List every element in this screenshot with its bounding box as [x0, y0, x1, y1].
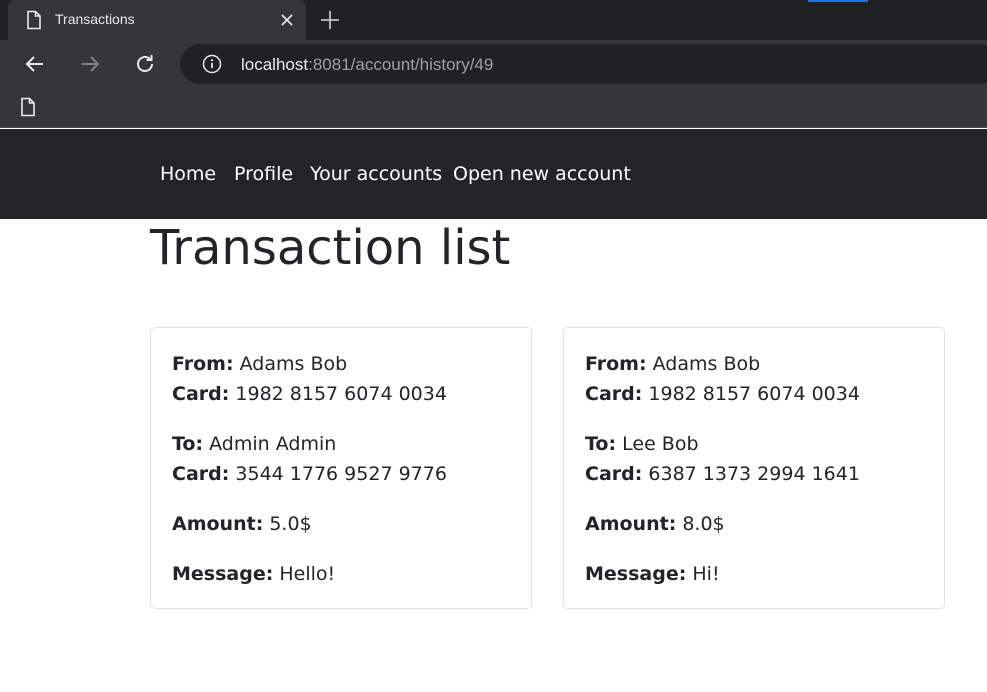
- amount-line: Amount: 8.0$: [585, 513, 725, 535]
- from-label: From:: [172, 353, 234, 375]
- card-label: Card:: [172, 463, 230, 485]
- url-path: :8081/account/history/49: [308, 55, 494, 74]
- forward-icon[interactable]: [78, 52, 102, 76]
- from-line: From: Adams Bob: [172, 353, 347, 375]
- bookmarks-bar: [0, 88, 987, 128]
- to-label: To:: [172, 433, 204, 455]
- card-label: Card:: [585, 383, 643, 405]
- nav-your-accounts-link[interactable]: Your accounts: [310, 163, 442, 185]
- message-label: Message:: [172, 563, 274, 585]
- from-card-line: Card: 1982 8157 6074 0034: [172, 383, 447, 405]
- from-card-number: 1982 8157 6074 0034: [648, 383, 860, 405]
- from-card-line: Card: 1982 8157 6074 0034: [585, 383, 860, 405]
- nav-home-link[interactable]: Home: [160, 163, 216, 185]
- from-line: From: Adams Bob: [585, 353, 760, 375]
- close-tab-icon[interactable]: [278, 11, 296, 29]
- to-card-line: Card: 6387 1373 2994 1641: [585, 463, 860, 485]
- nav-open-new-account-link[interactable]: Open new account: [453, 163, 631, 185]
- new-tab-icon[interactable]: [318, 8, 342, 32]
- amount-line: Amount: 5.0$: [172, 513, 312, 535]
- amount-label: Amount:: [585, 513, 677, 535]
- browser-tabstrip: Transactions: [0, 0, 987, 40]
- address-bar[interactable]: localhost:8081/account/history/49: [180, 44, 987, 84]
- to-label: To:: [585, 433, 617, 455]
- to-line: To: Lee Bob: [585, 433, 699, 455]
- transaction-card: From: Adams Bob Card: 1982 8157 6074 003…: [150, 327, 532, 609]
- url-host: localhost: [241, 55, 309, 74]
- reload-icon[interactable]: [133, 52, 157, 76]
- browser-tab[interactable]: Transactions: [8, 0, 306, 40]
- to-card-number: 3544 1776 9527 9776: [235, 463, 447, 485]
- site-navbar: Home Profile Your accounts Open new acco…: [0, 129, 987, 219]
- message-line: Message: Hi!: [585, 563, 720, 585]
- card-label: Card:: [585, 463, 643, 485]
- page-icon: [27, 10, 41, 30]
- from-label: From:: [585, 353, 647, 375]
- nav-profile-link[interactable]: Profile: [234, 163, 293, 185]
- message-label: Message:: [585, 563, 687, 585]
- page-title: Transaction list: [150, 220, 511, 276]
- amount-label: Amount:: [172, 513, 264, 535]
- to-name: Lee Bob: [622, 433, 699, 455]
- message-value: Hi!: [692, 563, 720, 585]
- amount-value: 5.0$: [269, 513, 312, 535]
- amount-value: 8.0$: [682, 513, 725, 535]
- tabstrip-accent: [808, 0, 868, 2]
- to-name: Admin Admin: [209, 433, 337, 455]
- to-card-number: 6387 1373 2994 1641: [648, 463, 860, 485]
- tab-title: Transactions: [55, 11, 135, 27]
- url-text[interactable]: localhost:8081/account/history/49: [241, 55, 493, 75]
- from-name: Adams Bob: [652, 353, 761, 375]
- to-line: To: Admin Admin: [172, 433, 336, 455]
- transaction-card: From: Adams Bob Card: 1982 8157 6074 003…: [563, 327, 945, 609]
- browser-toolbar: localhost:8081/account/history/49: [0, 40, 987, 88]
- message-line: Message: Hello!: [172, 563, 335, 585]
- card-label: Card:: [172, 383, 230, 405]
- from-card-number: 1982 8157 6074 0034: [235, 383, 447, 405]
- bookmark-page-icon[interactable]: [19, 97, 37, 117]
- from-name: Adams Bob: [239, 353, 348, 375]
- message-value: Hello!: [279, 563, 336, 585]
- to-card-line: Card: 3544 1776 9527 9776: [172, 463, 447, 485]
- back-icon[interactable]: [23, 52, 47, 76]
- site-info-icon[interactable]: [202, 54, 222, 74]
